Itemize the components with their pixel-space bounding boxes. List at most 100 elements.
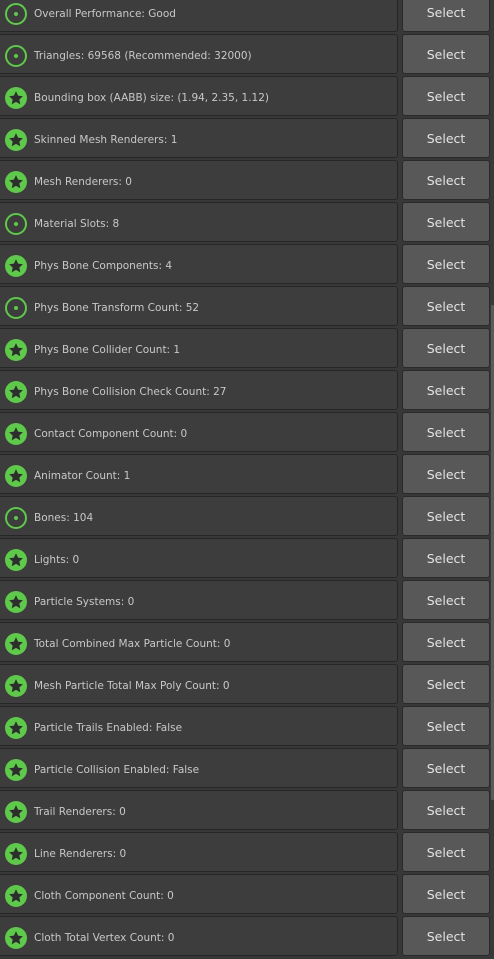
select-button[interactable]: Select	[402, 664, 490, 704]
select-button[interactable]: Select	[402, 412, 490, 452]
stat-row: Particle Systems: 0 Select	[0, 579, 490, 621]
stat-row: Triangles: 69568 (Recommended: 32000) Sel…	[0, 33, 490, 75]
select-button[interactable]: Select	[402, 454, 490, 494]
excellent-star-icon	[5, 633, 27, 655]
select-button[interactable]: Select	[402, 748, 490, 788]
stat-row-panel: Phys Bone Collision Check Count: 27	[0, 370, 398, 410]
stat-row: Phys Bone Collision Check Count: 27 Selec…	[0, 369, 490, 411]
stat-label: Phys Bone Components: 4	[34, 260, 173, 272]
stat-label: Animator Count: 1	[34, 470, 131, 482]
select-button[interactable]: Select	[402, 916, 490, 956]
select-button[interactable]: Select	[402, 286, 490, 326]
select-button[interactable]: Select	[402, 0, 490, 32]
select-button[interactable]: Select	[402, 580, 490, 620]
stat-row: Bounding box (AABB) size: (1.94, 2.35, 1…	[0, 75, 490, 117]
stat-label: Trail Renderers: 0	[34, 806, 126, 818]
stat-label: Lights: 0	[34, 554, 80, 566]
stat-row: Bones: 104 Select	[0, 495, 490, 537]
stat-row-panel: Material Slots: 8	[0, 202, 398, 242]
good-circle-icon	[5, 45, 27, 67]
stat-label: Overall Performance: Good	[34, 8, 176, 20]
select-button[interactable]: Select	[402, 790, 490, 830]
stat-label: Cloth Total Vertex Count: 0	[34, 932, 175, 944]
stat-label: Phys Bone Collision Check Count: 27	[34, 386, 227, 398]
select-button[interactable]: Select	[402, 538, 490, 578]
excellent-star-icon	[5, 759, 27, 781]
stat-row-panel: Phys Bone Components: 4	[0, 244, 398, 284]
select-button[interactable]: Select	[402, 34, 490, 74]
stat-row-panel: Lights: 0	[0, 538, 398, 578]
stat-label: Phys Bone Transform Count: 52	[34, 302, 200, 314]
stat-row-panel: Animator Count: 1	[0, 454, 398, 494]
select-button[interactable]: Select	[402, 76, 490, 116]
stat-row: Mesh Renderers: 0 Select	[0, 159, 490, 201]
select-button[interactable]: Select	[402, 622, 490, 662]
select-button[interactable]: Select	[402, 118, 490, 158]
excellent-star-icon	[5, 423, 27, 445]
select-button[interactable]: Select	[402, 496, 490, 536]
select-button[interactable]: Select	[402, 244, 490, 284]
stat-label: Mesh Renderers: 0	[34, 176, 132, 188]
stat-label: Mesh Particle Total Max Poly Count: 0	[34, 680, 230, 692]
stat-row-panel: Skinned Mesh Renderers: 1	[0, 118, 398, 158]
good-circle-icon	[5, 213, 27, 235]
excellent-star-icon	[5, 885, 27, 907]
stat-row-panel: Overall Performance: Good	[0, 0, 398, 32]
stat-row-panel: Particle Trails Enabled: False	[0, 706, 398, 746]
stat-label: Skinned Mesh Renderers: 1	[34, 134, 178, 146]
stat-row-panel: Total Combined Max Particle Count: 0	[0, 622, 398, 662]
stat-label: Line Renderers: 0	[34, 848, 127, 860]
stat-row-panel: Phys Bone Collider Count: 1	[0, 328, 398, 368]
stat-row-panel: Line Renderers: 0	[0, 832, 398, 872]
stat-row: Cloth Total Vertex Count: 0 Select	[0, 915, 490, 957]
excellent-star-icon	[5, 255, 27, 277]
stat-label: Bounding box (AABB) size: (1.94, 2.35, 1…	[34, 92, 270, 104]
stat-row: Line Renderers: 0 Select	[0, 831, 490, 873]
stat-row-panel: Mesh Particle Total Max Poly Count: 0	[0, 664, 398, 704]
stat-row-panel: Particle Collision Enabled: False	[0, 748, 398, 788]
select-button[interactable]: Select	[402, 160, 490, 200]
stat-label: Total Combined Max Particle Count: 0	[34, 638, 231, 650]
stat-row-panel: Triangles: 69568 (Recommended: 32000)	[0, 34, 398, 74]
stat-row: Skinned Mesh Renderers: 1 Select	[0, 117, 490, 159]
stat-row-panel: Bones: 104	[0, 496, 398, 536]
stat-label: Phys Bone Collider Count: 1	[34, 344, 181, 356]
stat-label: Cloth Component Count: 0	[34, 890, 174, 902]
stat-label: Triangles: 69568 (Recommended: 32000)	[34, 50, 252, 62]
stat-row-panel: Particle Systems: 0	[0, 580, 398, 620]
stat-row: Overall Performance: Good Select	[0, 0, 490, 33]
stat-label: Bones: 104	[34, 512, 94, 524]
stat-row: Cloth Component Count: 0 Select	[0, 873, 490, 915]
select-button[interactable]: Select	[402, 370, 490, 410]
stat-label: Particle Systems: 0	[34, 596, 135, 608]
stat-label: Particle Trails Enabled: False	[34, 722, 183, 734]
select-button[interactable]: Select	[402, 874, 490, 914]
select-button[interactable]: Select	[402, 706, 490, 746]
stat-row-panel: Cloth Component Count: 0	[0, 874, 398, 914]
select-button[interactable]: Select	[402, 328, 490, 368]
stat-row-panel: Phys Bone Transform Count: 52	[0, 286, 398, 326]
excellent-star-icon	[5, 381, 27, 403]
stat-label: Contact Component Count: 0	[34, 428, 188, 440]
stat-label: Material Slots: 8	[34, 218, 120, 230]
good-circle-icon	[5, 297, 27, 319]
stat-label: Particle Collision Enabled: False	[34, 764, 200, 776]
select-button[interactable]: Select	[402, 202, 490, 242]
stat-row: Particle Trails Enabled: False Select	[0, 705, 490, 747]
select-button[interactable]: Select	[402, 832, 490, 872]
stat-row: Contact Component Count: 0 Select	[0, 411, 490, 453]
performance-stats-list: Overall Performance: Good Select Triangles…	[0, 0, 490, 957]
stat-row-panel: Bounding box (AABB) size: (1.94, 2.35, 1…	[0, 76, 398, 116]
excellent-star-icon	[5, 843, 27, 865]
excellent-star-icon	[5, 591, 27, 613]
stat-row-panel: Contact Component Count: 0	[0, 412, 398, 452]
stat-row: Lights: 0 Select	[0, 537, 490, 579]
good-circle-icon	[5, 507, 27, 529]
stat-row: Animator Count: 1 Select	[0, 453, 490, 495]
stat-row: Material Slots: 8 Select	[0, 201, 490, 243]
stat-row-panel: Trail Renderers: 0	[0, 790, 398, 830]
stat-row: Particle Collision Enabled: False Select	[0, 747, 490, 789]
excellent-star-icon	[5, 87, 27, 109]
stat-row: Mesh Particle Total Max Poly Count: 0 Sel…	[0, 663, 490, 705]
stat-row: Phys Bone Collider Count: 1 Select	[0, 327, 490, 369]
